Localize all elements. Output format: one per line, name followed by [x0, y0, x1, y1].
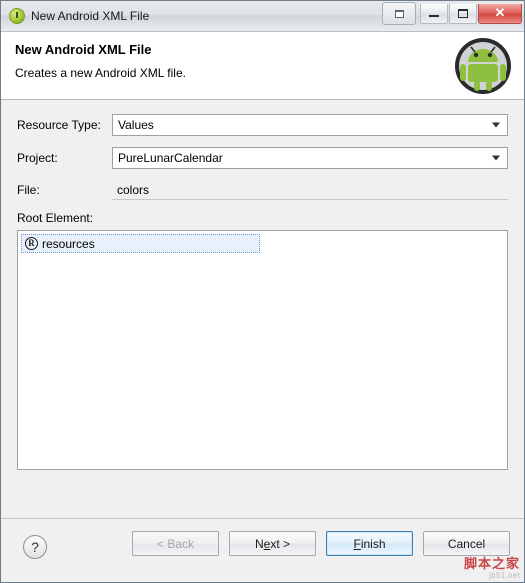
list-item[interactable]: R resources: [21, 234, 260, 253]
resource-r-icon: R: [25, 237, 38, 250]
list-item-label: resources: [42, 236, 95, 251]
finish-mnemonic: F: [353, 536, 361, 551]
watermark-main: 脚本之家: [463, 556, 520, 572]
project-combobox[interactable]: PureLunarCalendar: [112, 147, 508, 169]
dialog-header: New Android XML File Creates a new Andro…: [1, 32, 524, 100]
project-row: Project: PureLunarCalendar: [17, 147, 508, 169]
file-label: File:: [17, 183, 40, 197]
page-description: Creates a new Android XML file.: [15, 66, 186, 80]
resource-type-combobox[interactable]: Values: [112, 114, 508, 136]
restore-group-icon[interactable]: [382, 2, 416, 25]
maximize-button[interactable]: [449, 3, 477, 24]
button-row: < Back Ne xt > Finish Cancel: [122, 531, 510, 556]
dialog-footer: ? < Back Ne xt > Finish Cancel 脚本之家 jb51.…: [1, 518, 524, 582]
cancel-button[interactable]: Cancel: [423, 531, 510, 556]
android-robot-logo: [455, 38, 511, 94]
android-circle-icon: [9, 8, 25, 24]
window-title: New Android XML File: [31, 9, 150, 23]
watermark-sub: jb51.net: [489, 570, 520, 580]
root-element-listbox[interactable]: R resources: [17, 230, 508, 470]
minimize-button[interactable]: [420, 3, 448, 24]
next-mnemonic: e: [263, 536, 271, 551]
watermark: 脚本之家 jb51.net: [464, 558, 520, 580]
next-button[interactable]: Ne xt >: [229, 531, 316, 556]
chevron-down-icon: [492, 155, 500, 161]
project-label: Project:: [17, 151, 58, 165]
next-prefix: N: [254, 536, 264, 551]
window-controls: ✕: [382, 2, 522, 25]
finish-button[interactable]: Finish: [326, 531, 413, 556]
chevron-down-icon: [492, 122, 500, 128]
finish-suffix: inish: [360, 536, 386, 551]
file-row: File: colors: [17, 180, 508, 200]
dialog-body: Resource Type: Values Project: PureLunar…: [1, 100, 524, 549]
resource-type-value: Values: [118, 118, 154, 132]
resource-type-row: Resource Type: Values: [17, 114, 508, 136]
page-title: New Android XML File: [15, 42, 152, 57]
help-icon[interactable]: ?: [23, 535, 47, 559]
dialog-window: New Android XML File ✕ New Android XML F…: [0, 0, 525, 583]
project-value: PureLunarCalendar: [118, 151, 223, 165]
back-button[interactable]: < Back: [132, 531, 219, 556]
title-bar: New Android XML File ✕: [1, 1, 524, 32]
close-button[interactable]: ✕: [478, 3, 522, 24]
file-input[interactable]: colors: [112, 180, 508, 200]
root-element-label: Root Element:: [17, 211, 94, 225]
next-suffix: xt >: [270, 536, 291, 551]
resource-type-label: Resource Type:: [17, 118, 101, 132]
